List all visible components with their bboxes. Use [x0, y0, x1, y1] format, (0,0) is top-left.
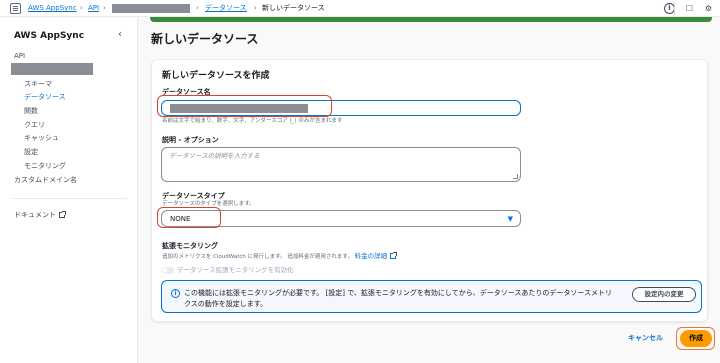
sidebar-item-documentation[interactable]: ドキュメント: [14, 210, 66, 220]
chevron-right-icon: ›: [103, 4, 106, 12]
sidebar: AWS AppSync ‹ API スキーマ データソース 関数 クエリ キャッ…: [0, 18, 138, 363]
divider: [674, 2, 675, 15]
sidebar-item-monitoring[interactable]: モニタリング: [24, 161, 66, 171]
top-breadcrumb-bar: AWS AppSync › API › › データソース › 新しいデータソース…: [0, 0, 720, 17]
highlight-name-field: [157, 95, 332, 117]
breadcrumb-data-sources[interactable]: データソース: [205, 3, 247, 14]
success-banner: [150, 17, 712, 22]
monitoring-help: 追加のメトリクスを CloudWatch に発行します。 追加料金が適用されます…: [162, 252, 398, 261]
chevron-left-icon[interactable]: ‹: [118, 29, 122, 41]
sidebar-item-api[interactable]: API: [14, 51, 25, 61]
sidebar-item-data-sources[interactable]: データソース: [24, 92, 66, 102]
docs-label: ドキュメント: [14, 211, 56, 219]
cancel-button[interactable]: キャンセル: [628, 334, 663, 343]
feedback-icon[interactable]: ☐: [684, 3, 695, 14]
resize-handle-icon[interactable]: [513, 174, 518, 179]
description-textarea[interactable]: データソースの説明を入力する: [161, 147, 521, 182]
sidebar-divider: [12, 198, 127, 199]
chevron-right-icon: ›: [196, 4, 199, 12]
chevron-right-icon: ›: [80, 4, 83, 12]
gear-icon[interactable]: ⚙: [703, 3, 714, 14]
monitoring-toggle-label: データソース拡張モニタリングを有効化: [177, 266, 294, 274]
description-label: 説明 - オプション: [162, 136, 219, 144]
sidebar-item-schema[interactable]: スキーマ: [24, 79, 52, 89]
info-alert: i この機能には拡張モニタリングが必要です。 [設定] で、拡張モニタリングを有…: [161, 280, 702, 313]
monitoring-help-text: 追加のメトリクスを CloudWatch に発行します。 追加料金が適用されます…: [162, 254, 353, 260]
highlight-create-button: [676, 327, 715, 350]
breadcrumb-api[interactable]: API: [88, 3, 99, 14]
breadcrumb-current: 新しいデータソース: [262, 4, 325, 12]
external-link-icon: [59, 211, 66, 218]
info-alert-text: この機能には拡張モニタリングが必要です。 [設定] で、拡張モニタリングを有効に…: [184, 289, 613, 308]
caret-down-icon: ▼: [507, 215, 513, 223]
sidebar-item-caching[interactable]: キャッシュ: [24, 133, 59, 143]
menu-icon[interactable]: [10, 3, 21, 14]
redacted-api-name: [112, 4, 190, 13]
sidebar-item-functions[interactable]: 関数: [24, 106, 38, 116]
change-in-settings-button[interactable]: 設定内の変更: [632, 287, 696, 302]
info-icon: i: [171, 289, 180, 298]
description-placeholder: データソースの説明を入力する: [169, 152, 260, 160]
page-title: 新しいデータソース: [151, 32, 259, 46]
monitoring-toggle[interactable]: [161, 267, 174, 274]
card-title: 新しいデータソースを作成: [162, 71, 270, 81]
redacted-api-name[interactable]: [11, 63, 93, 75]
pricing-link-label: 料金の詳細: [354, 252, 388, 260]
pricing-link[interactable]: 料金の詳細: [354, 252, 398, 260]
monitoring-label: 拡張モニタリング: [162, 242, 218, 250]
external-link-icon: [390, 252, 398, 259]
breadcrumb-appsync[interactable]: AWS AppSync: [28, 3, 77, 14]
highlight-type-field: [157, 207, 221, 228]
sidebar-title[interactable]: AWS AppSync: [14, 30, 84, 42]
sidebar-item-settings[interactable]: 設定: [24, 147, 38, 157]
name-help-text: 名前は文字で始まり、数字、文字、アンダースコア (_) のみが含まれます: [162, 118, 343, 124]
chevron-right-icon: ›: [254, 4, 257, 12]
type-label: データソースタイプ: [162, 192, 225, 200]
sidebar-item-queries[interactable]: クエリ: [24, 120, 45, 130]
sidebar-item-custom-domain[interactable]: カスタムドメイン名: [14, 175, 77, 185]
